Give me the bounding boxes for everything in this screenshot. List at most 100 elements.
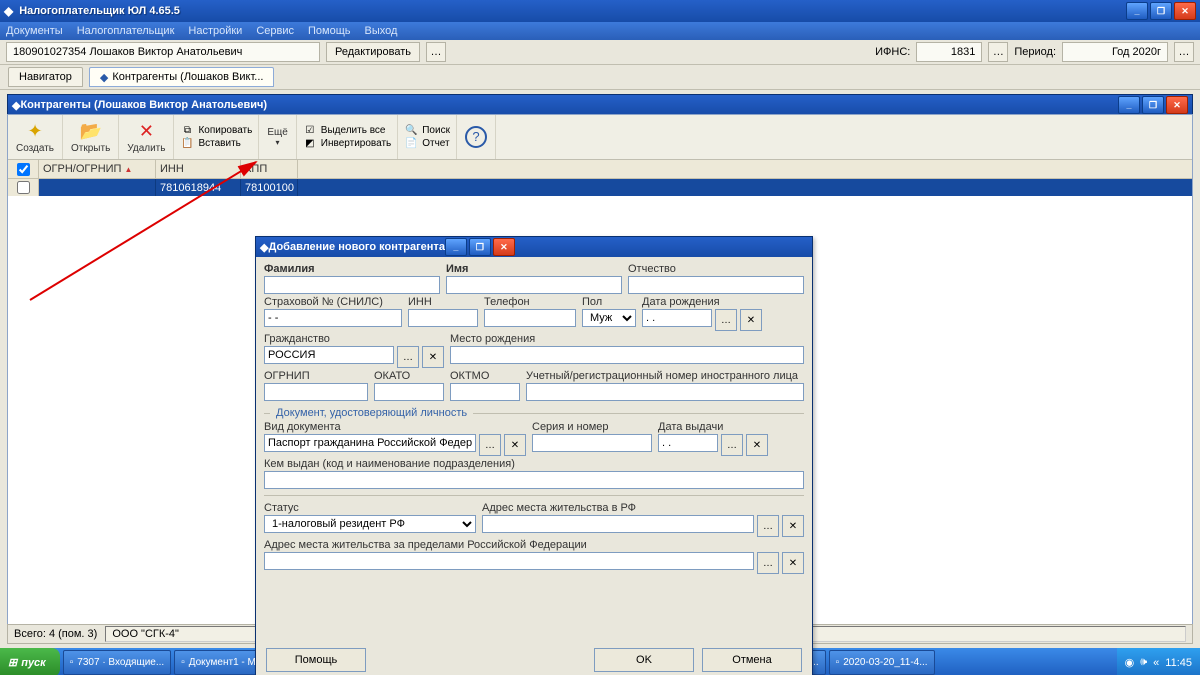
col-kpp[interactable]: КПП [241,160,298,178]
paste-button[interactable]: 📋Вставить [180,138,252,149]
name-input[interactable] [446,276,622,294]
search-button[interactable]: 🔍Поиск [404,125,450,136]
doctype-clear-button[interactable]: ✕ [504,434,526,456]
edit-button[interactable]: Редактировать [326,42,420,62]
ifns-label: ИФНС: [875,46,910,58]
header-checkbox[interactable] [17,163,30,176]
cell-ogrn [39,179,156,196]
menu-exit[interactable]: Выход [365,25,398,37]
dialog-body: Фамилия Имя Отчество Страховой № (СНИЛС)… [256,257,812,675]
help-button[interactable]: ? [457,115,496,159]
child-maximize-button[interactable]: ❐ [1142,96,1164,114]
issued-on-picker-button[interactable]: … [721,434,743,456]
child-close-button[interactable]: ✕ [1166,96,1188,114]
menu-documents[interactable]: Документы [6,25,63,37]
period-picker-button[interactable]: … [1174,42,1194,62]
issued-on-clear-button[interactable]: ✕ [746,434,768,456]
doctype-picker-button[interactable]: … [479,434,501,456]
menu-help[interactable]: Помощь [308,25,351,37]
oktmo-input[interactable] [450,383,520,401]
minimize-button[interactable]: _ [1126,2,1148,20]
birthplace-input[interactable] [450,346,804,364]
more-button[interactable]: Ещё▾ [259,115,296,159]
snils-input[interactable] [264,309,402,327]
delete-button[interactable]: ✕Удалить [119,115,174,159]
dob-clear-button[interactable]: ✕ [740,309,762,331]
invert-button[interactable]: ◩Инвертировать [303,138,391,149]
app-icon: ▫ [836,657,840,668]
patronymic-input[interactable] [628,276,804,294]
child-minimize-button[interactable]: _ [1118,96,1140,114]
dialog-title-bar: ◆ Добавление нового контрагента _ ❐ ✕ [256,237,812,257]
dialog-help-button[interactable]: Помощь [266,648,366,672]
tray-icon: 🕪 [1140,656,1147,669]
tab-navigator[interactable]: Навигатор [8,67,83,87]
system-tray[interactable]: ◉ 🕪 « 11:45 [1117,648,1200,675]
close-button[interactable]: ✕ [1174,2,1196,20]
patronymic-label: Отчество [628,263,804,275]
citizenship-picker-button[interactable]: … [397,346,419,368]
menu-taxpayer[interactable]: Налогоплательщик [77,25,175,37]
create-button[interactable]: ✦Создать [8,115,63,159]
question-icon: ? [465,126,487,148]
foreign-label: Учетный/регистрационный номер иностранно… [526,370,804,382]
maximize-button[interactable]: ❐ [1150,2,1172,20]
report-button[interactable]: 📄Отчет [404,138,450,149]
dob-input[interactable] [642,309,712,327]
paste-icon: 📋 [180,138,194,149]
table-row[interactable]: 7810618944 78100100 [8,179,1192,196]
taskbar-item[interactable]: ▫7307 · Входящие... [63,650,171,675]
dialog-cancel-button[interactable]: Отмена [702,648,802,672]
taxpayer-readout: 180901027354 Лошаков Виктор Анатольевич [6,42,320,62]
ogrnip-input[interactable] [264,383,368,401]
tab-contragents[interactable]: ◆Контрагенты (Лошаков Викт... [89,67,275,87]
citizenship-input[interactable] [264,346,394,364]
ifns-picker-button[interactable]: … [988,42,1008,62]
foreign-input[interactable] [526,383,804,401]
dialog-ok-button[interactable]: OK [594,648,694,672]
ogrnip-label: ОГРНИП [264,370,368,382]
main-title-bar: ◆ Налогоплательщик ЮЛ 4.65.5 _ ❐ ✕ [0,0,1200,22]
search-icon: 🔍 [404,125,418,136]
docnum-input[interactable] [532,434,652,452]
tray-icon: « [1153,657,1159,669]
okato-input[interactable] [374,383,444,401]
surname-input[interactable] [264,276,440,294]
dob-picker-button[interactable]: … [715,309,737,331]
doctype-input[interactable] [264,434,476,452]
cell-inn: 7810618944 [156,179,241,196]
dob-label: Дата рождения [642,296,762,308]
addr-rf-clear-button[interactable]: ✕ [782,515,804,537]
dialog-title: Добавление нового контрагента [268,241,444,253]
dialog-maximize-button[interactable]: ❐ [469,238,491,256]
addr-ext-picker-button[interactable]: … [757,552,779,574]
row-checkbox[interactable] [17,181,30,194]
citizenship-label: Гражданство [264,333,444,345]
addr-ext-clear-button[interactable]: ✕ [782,552,804,574]
citizenship-clear-button[interactable]: ✕ [422,346,444,368]
dialog-close-button[interactable]: ✕ [493,238,515,256]
sort-asc-icon: ▲ [125,165,133,174]
addr-rf-input[interactable] [482,515,754,533]
col-ogrn[interactable]: ОГРН/ОГРНИП ▲ [39,160,156,178]
dialog-minimize-button[interactable]: _ [445,238,467,256]
addr-rf-picker-button[interactable]: … [757,515,779,537]
edit-picker-button[interactable]: … [426,42,446,62]
start-button[interactable]: ⊞пуск [0,648,60,675]
menu-service[interactable]: Сервис [256,25,294,37]
taskbar-item[interactable]: ▫2020-03-20_11-4... [829,650,935,675]
open-button[interactable]: 📂Открыть [63,115,119,159]
select-all-button[interactable]: ☑Выделить все [303,125,391,136]
copy-button[interactable]: ⧉Копировать [180,125,252,136]
surname-label: Фамилия [264,263,440,275]
col-inn[interactable]: ИНН [156,160,241,178]
menu-settings[interactable]: Настройки [188,25,242,37]
inn-input[interactable] [408,309,478,327]
phone-input[interactable] [484,309,576,327]
addr-ext-input[interactable] [264,552,754,570]
status-select[interactable]: 1-налоговый резидент РФ [264,515,476,533]
issued-by-input[interactable] [264,471,804,489]
data-grid[interactable]: ОГРН/ОГРНИП ▲ ИНН КПП 7810618944 7810010… [8,160,1192,196]
issued-on-input[interactable] [658,434,718,452]
sex-select[interactable]: Муж [582,309,636,327]
